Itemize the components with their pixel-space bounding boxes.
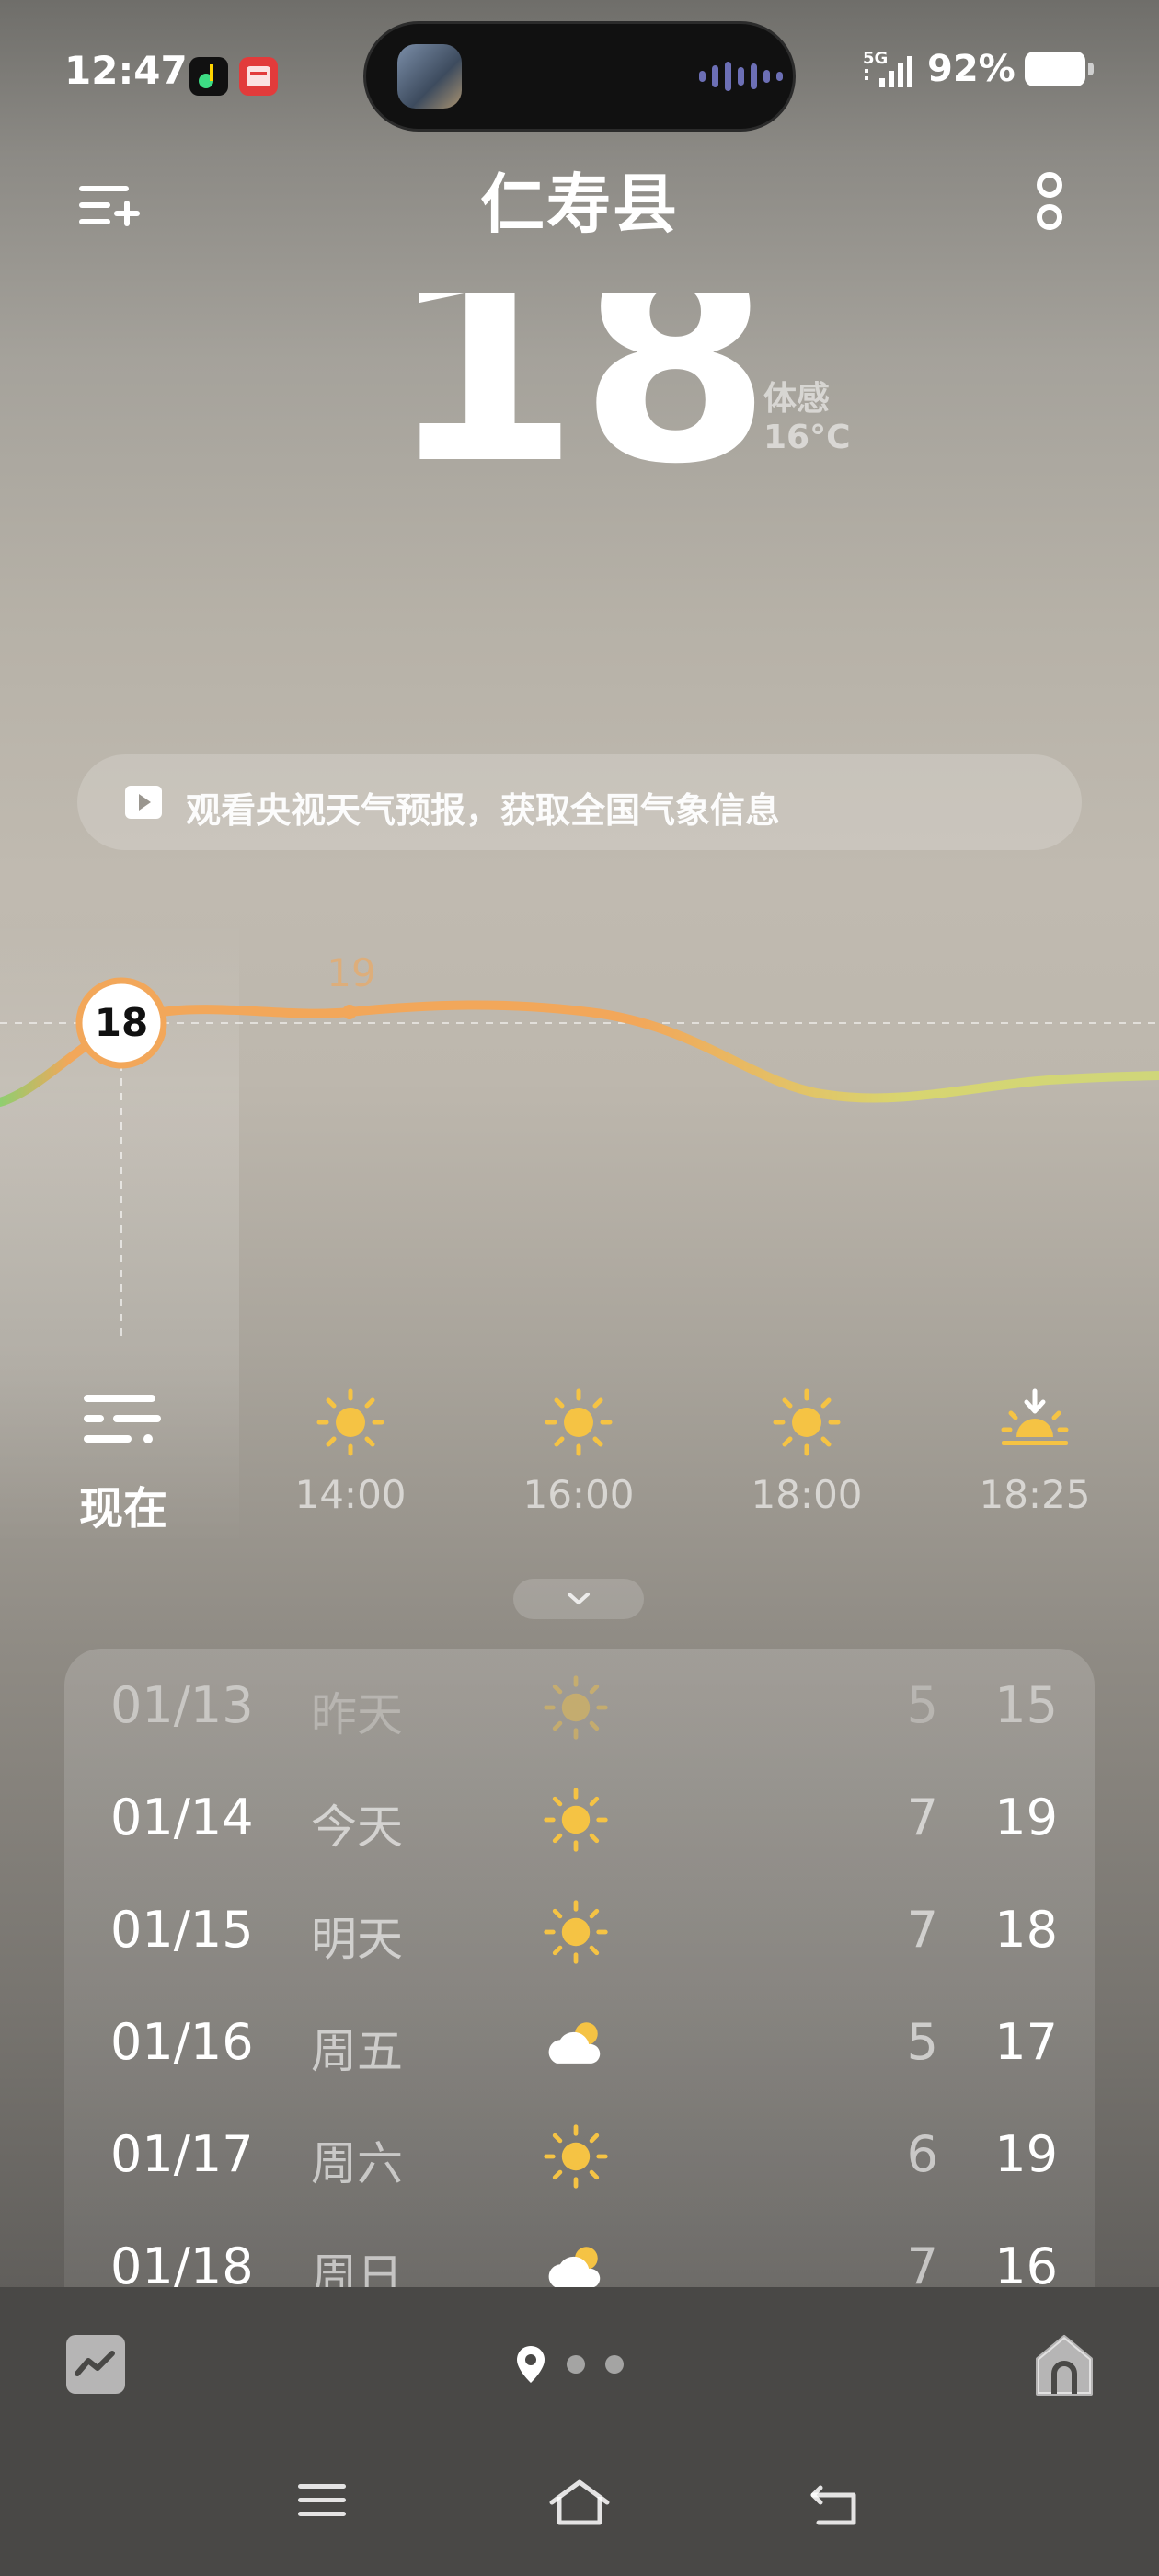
status-bar: 12:47 5G 92%: [0, 0, 1159, 147]
daily-row[interactable]: 01/17 周六 6 19: [64, 2098, 1095, 2210]
peak-temperature-point: [342, 1005, 357, 1019]
city-page-indicator[interactable]: [515, 2344, 624, 2385]
status-indicators: 5G 92%: [863, 48, 1094, 90]
hourly-time: 18:25: [979, 1472, 1091, 1517]
daily-day-name: 今天: [311, 1800, 403, 1854]
trend-chart-icon: [75, 2351, 115, 2376]
cctv-forecast-banner[interactable]: 观看央视天气预报，获取全国气象信息: [77, 754, 1082, 850]
feels-like-value: 16°C: [763, 419, 851, 456]
play-icon: [125, 786, 162, 819]
daily-date: 01/18: [110, 2237, 254, 2293]
city-title[interactable]: 仁寿县: [0, 153, 1159, 246]
chevron-down-icon: [568, 1593, 590, 1604]
nav-back-icon[interactable]: [808, 2480, 863, 2528]
hourly-item[interactable]: 16:00: [514, 1388, 643, 1517]
daily-day-name: 周日: [311, 2249, 403, 2293]
sun-icon: [544, 1675, 608, 1740]
daily-row-yesterday[interactable]: 01/13 昨天 5 15: [64, 1649, 1095, 1761]
daily-row-partial[interactable]: 01/18 周日 7 16: [64, 2210, 1095, 2293]
daily-date: 01/16: [110, 2013, 254, 2071]
nav-recents-icon[interactable]: [294, 2480, 350, 2521]
location-pin-icon: [517, 2346, 545, 2383]
current-temperature: 18: [387, 293, 772, 486]
current-temperature-clip: 18: [0, 293, 1159, 486]
daily-day-name: 周五: [311, 2025, 403, 2078]
dynamic-island[interactable]: [366, 24, 793, 129]
media-thumbnail: [397, 44, 462, 109]
sliders-icon: [84, 1395, 161, 1443]
banner-text: 观看央视天气预报，获取全国气象信息: [186, 790, 781, 831]
daily-forecast-panel[interactable]: 01/13 昨天 5 15 01/14 今天 7 19 01/15 明天 7 1…: [64, 1649, 1095, 2293]
hourly-temperature-chart: 19 18: [0, 950, 1159, 1343]
hourly-item-sunset[interactable]: 18:25: [970, 1388, 1099, 1517]
music-app-notification-icon: [189, 57, 228, 96]
sun-icon: [544, 1900, 608, 1964]
daily-date: 01/17: [110, 2125, 254, 2183]
daily-date: 01/13: [110, 1676, 254, 1734]
status-time: 12:47: [64, 48, 188, 93]
daily-day-name: 周六: [311, 2137, 403, 2191]
more-vertical-icon: [1037, 172, 1062, 230]
sun-icon: [773, 1388, 841, 1456]
more-button[interactable]: [1034, 171, 1065, 241]
sun-icon: [316, 1388, 384, 1456]
partly-cloudy-icon: [548, 2247, 601, 2288]
battery-icon: [1024, 52, 1094, 86]
daily-low: 5: [906, 1676, 938, 1734]
daily-row-tomorrow[interactable]: 01/15 明天 7 18: [64, 1873, 1095, 1985]
daily-high: 18: [994, 1901, 1058, 1959]
battery-percent: 92%: [927, 48, 1016, 90]
daily-low: 5: [906, 2013, 938, 2071]
sun-icon: [544, 1788, 608, 1852]
sunset-icon: [1001, 1388, 1069, 1445]
trend-button[interactable]: [66, 2335, 125, 2394]
bottom-bar: [0, 2287, 1159, 2576]
expand-handle[interactable]: [513, 1579, 644, 1619]
audio-wave-icon: [699, 61, 783, 92]
daily-date: 01/15: [110, 1901, 254, 1959]
page-dot: [605, 2355, 624, 2374]
current-temperature-marker-label: 18: [95, 1000, 148, 1045]
daily-high: 15: [994, 1676, 1058, 1734]
feels-like-label: 体感: [763, 380, 831, 418]
partly-cloudy-icon: [548, 2022, 601, 2064]
temperature-curve: [0, 1000, 1159, 1107]
hourly-time: 18:00: [751, 1472, 863, 1517]
page-dot: [567, 2355, 585, 2374]
daily-low: 7: [906, 2237, 938, 2293]
sun-icon: [545, 1388, 613, 1456]
daily-day-name: 明天: [311, 1913, 403, 1966]
hourly-time: 14:00: [294, 1472, 407, 1517]
daily-low: 7: [906, 1901, 938, 1959]
daily-day-name: 昨天: [311, 1688, 403, 1742]
sun-icon: [544, 2124, 608, 2189]
daily-date: 01/14: [110, 1788, 254, 1846]
shopping-app-notification-icon: [239, 57, 278, 96]
home-weather-button[interactable]: [1032, 2331, 1096, 2398]
daily-high: 19: [994, 2125, 1058, 2183]
daily-low: 6: [906, 2125, 938, 2183]
hourly-now-label: 现在: [78, 1483, 167, 1535]
daily-high: 19: [994, 1788, 1058, 1846]
hourly-now-item[interactable]: 现在: [59, 1389, 188, 1536]
signal-icon: 5G: [863, 49, 918, 89]
daily-row[interactable]: 01/16 周五 5 17: [64, 1985, 1095, 2098]
nav-home-icon[interactable]: [546, 2477, 613, 2528]
daily-high: 17: [994, 2013, 1058, 2071]
home-icon: [1036, 2335, 1093, 2396]
hourly-time: 16:00: [522, 1472, 635, 1517]
hourly-item[interactable]: 18:00: [742, 1388, 871, 1517]
daily-row-today[interactable]: 01/14 今天 7 19: [64, 1761, 1095, 1873]
daily-high: 16: [994, 2237, 1058, 2293]
peak-temperature-label: 19: [327, 950, 375, 995]
hourly-item[interactable]: 14:00: [286, 1388, 415, 1517]
daily-low: 7: [906, 1788, 938, 1846]
